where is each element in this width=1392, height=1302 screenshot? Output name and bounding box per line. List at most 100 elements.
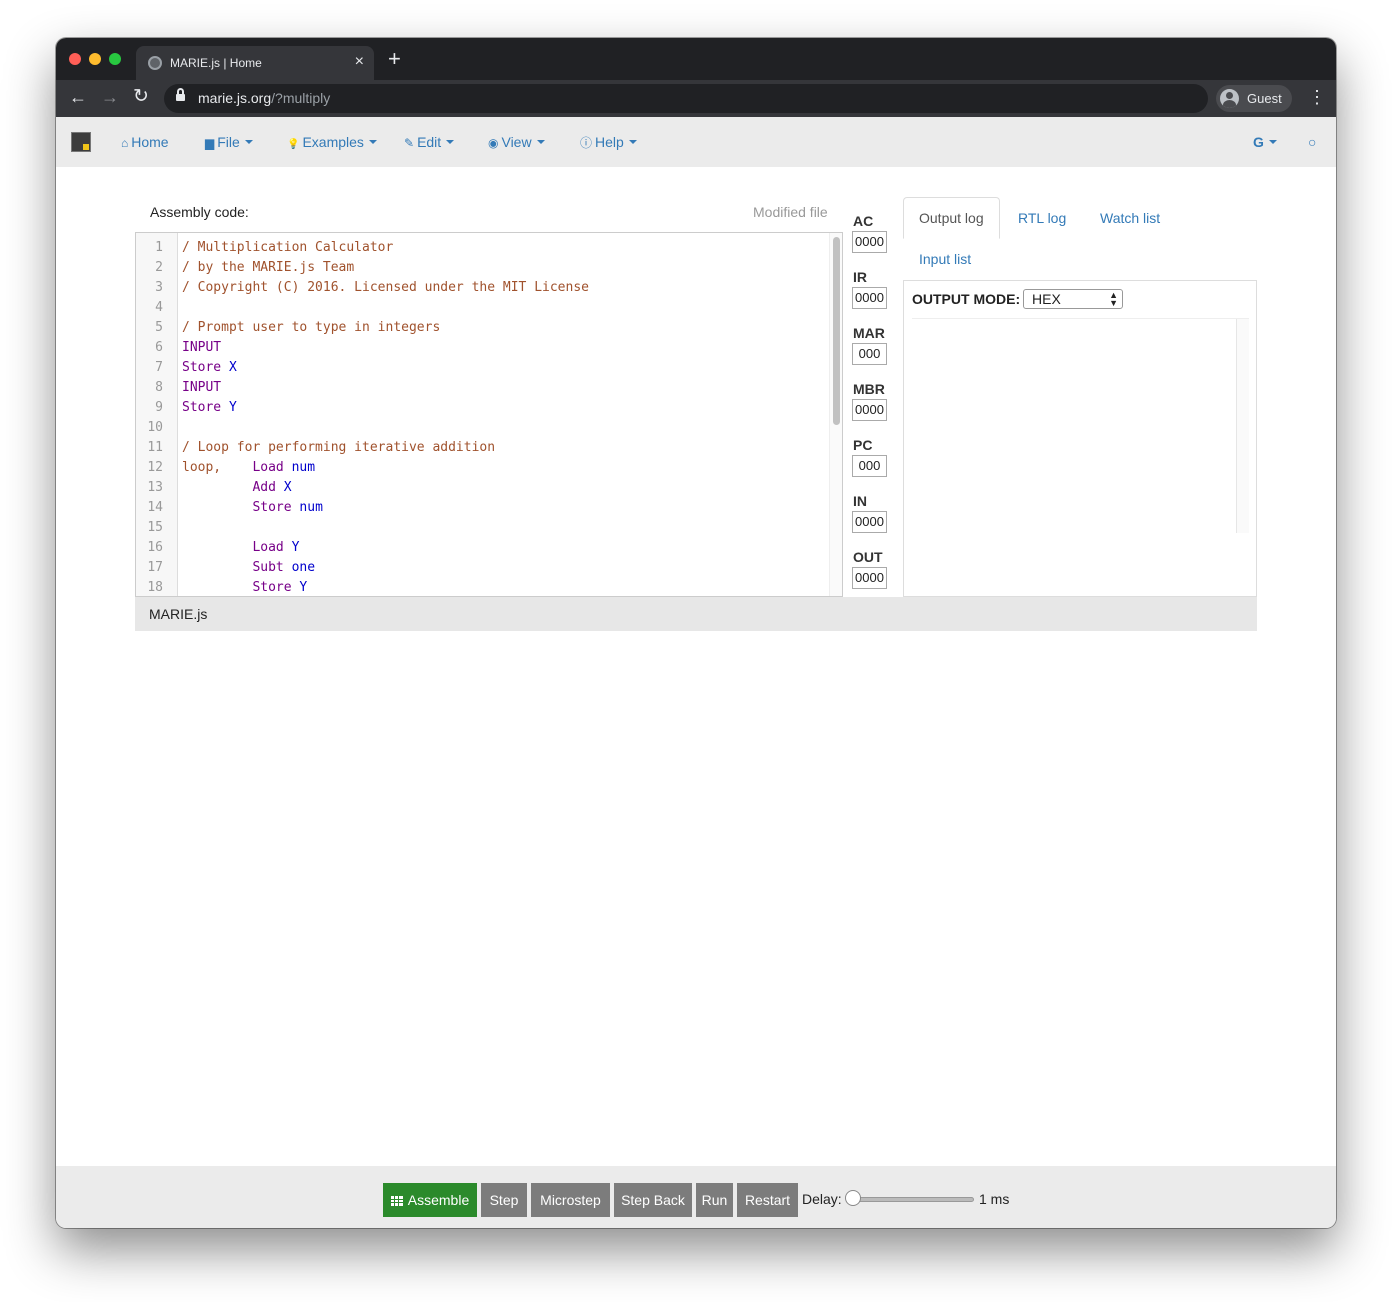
code-token: X: [283, 480, 292, 495]
line-number: 8: [155, 380, 163, 395]
register-value-in: 0000: [852, 511, 887, 533]
line-number: 5: [155, 320, 163, 335]
delay-value: 1 ms: [979, 1191, 1010, 1207]
code-line[interactable]: 15: [136, 518, 842, 538]
code-token: Store: [182, 400, 229, 415]
nav-edit-menu[interactable]: ✎ Edit: [404, 134, 455, 150]
code-line[interactable]: 12 loop, Load num: [136, 458, 842, 478]
code-line[interactable]: 18 Store Y: [136, 578, 842, 596]
lock-icon: [176, 88, 185, 102]
nav-home[interactable]: ⌂ Home: [121, 134, 169, 150]
code-token: Load: [252, 460, 292, 475]
favicon-icon: [148, 56, 162, 70]
code-text: / by the MARIE.js Team: [182, 258, 354, 278]
nav-view-menu[interactable]: ◉ View: [488, 134, 545, 150]
select-arrows-icon: ▲ ▼: [1109, 290, 1118, 308]
code-editor[interactable]: 1 / Multiplication Calculator 2 / by the MA…: [135, 232, 843, 597]
app-navbar: ⌂ Home ▆ File 💡 Examples ✎ Edit ◉ View ⓘ Help …: [56, 117, 1336, 167]
caret-down-icon: [1268, 140, 1277, 144]
code-token: Y: [291, 540, 300, 555]
nav-help-menu[interactable]: ⓘ Help: [580, 134, 637, 151]
code-line[interactable]: 2 / by the MARIE.js Team: [136, 258, 842, 278]
output-mode-select[interactable]: HEX ▲ ▼: [1023, 289, 1123, 309]
code-text: INPUT: [182, 378, 221, 398]
new-tab-button[interactable]: +: [388, 48, 401, 70]
tab-rtl-log[interactable]: RTL log: [1018, 210, 1066, 226]
reload-icon[interactable]: ↻: [133, 87, 149, 106]
line-number: 13: [147, 480, 163, 495]
google-translate-menu[interactable]: G: [1253, 134, 1277, 150]
modified-file-status: Modified file: [753, 204, 828, 220]
tab-close-icon[interactable]: ×: [355, 53, 364, 71]
line-number: 14: [147, 500, 163, 515]
code-token: Load: [252, 540, 292, 555]
address-bar[interactable]: marie.js.org/?multiply: [164, 84, 1208, 113]
delay-slider[interactable]: [852, 1197, 974, 1202]
forward-arrow-icon[interactable]: →: [101, 88, 119, 106]
tab-output-log[interactable]: Output log: [903, 197, 1000, 239]
browser-menu-icon[interactable]: ⋮: [1308, 88, 1326, 106]
code-line[interactable]: 6 INPUT: [136, 338, 842, 358]
status-text: MARIE.js: [149, 606, 208, 622]
code-line[interactable]: 17 Subt one: [136, 558, 842, 578]
restart-button[interactable]: Restart: [737, 1183, 798, 1217]
back-arrow-icon[interactable]: ←: [69, 88, 87, 106]
close-window-button[interactable]: [69, 53, 81, 65]
assembly-code-label: Assembly code:: [150, 204, 249, 220]
code-line[interactable]: 14 Store num: [136, 498, 842, 518]
output-log-panel: OUTPUT MODE: HEX ▲ ▼: [903, 280, 1257, 597]
code-line[interactable]: 11 / Loop for performing iterative additi…: [136, 438, 842, 458]
code-line[interactable]: 4: [136, 298, 842, 318]
profile-button[interactable]: Guest: [1216, 85, 1292, 112]
code-lines: 1 / Multiplication Calculator 2 / by the MA…: [136, 238, 842, 596]
nav-examples-menu[interactable]: 💡 Examples: [287, 134, 377, 150]
step-button[interactable]: Step: [481, 1183, 527, 1217]
code-line[interactable]: 5 / Prompt user to type in integers: [136, 318, 842, 338]
output-log-scrollbar[interactable]: [1236, 319, 1249, 533]
question-icon: ⓘ: [580, 136, 593, 150]
code-line[interactable]: 7 Store X: [136, 358, 842, 378]
code-token: X: [228, 360, 237, 375]
code-line[interactable]: 8 INPUT: [136, 378, 842, 398]
code-line[interactable]: 3 / Copyright (C) 2016. Licensed under th…: [136, 278, 842, 298]
register-value-ir: 0000: [852, 287, 887, 309]
code-token: / Copyright (C) 2016. Licensed under the…: [182, 280, 589, 295]
tab-watch-list[interactable]: Watch list: [1100, 210, 1160, 226]
run-button[interactable]: Run: [696, 1183, 733, 1217]
code-token: / Loop for performing iterative addition: [182, 440, 496, 455]
marie-logo-icon[interactable]: [71, 132, 91, 152]
line-number: 4: [155, 300, 163, 315]
editor-scrollbar[interactable]: [833, 237, 840, 425]
line-number: 11: [147, 440, 163, 455]
browser-tab[interactable]: MARIE.js | Home ×: [136, 46, 374, 80]
delay-slider-thumb[interactable]: [845, 1190, 861, 1206]
minimize-window-button[interactable]: [89, 53, 101, 65]
line-number: 7: [155, 360, 163, 375]
nav-file-menu[interactable]: ▆ File: [205, 134, 253, 150]
code-line[interactable]: 1 / Multiplication Calculator: [136, 238, 842, 258]
url-text: marie.js.org/?multiply: [198, 90, 331, 106]
step-back-button[interactable]: Step Back: [614, 1183, 692, 1217]
code-text: / Loop for performing iterative addition: [182, 438, 495, 458]
code-token: Store: [252, 580, 300, 595]
microstep-button[interactable]: Microstep: [531, 1183, 610, 1217]
code-line[interactable]: 13 Add X: [136, 478, 842, 498]
code-text: Store Y: [182, 398, 237, 418]
code-text: / Prompt user to type in integers: [182, 318, 440, 338]
register-label-out: OUT: [853, 549, 883, 565]
code-token: Y: [299, 580, 308, 595]
line-number: 15: [147, 520, 163, 535]
browser-window: MARIE.js | Home × + ← → ↻ marie.js.org/?…: [56, 38, 1336, 1228]
status-bar: MARIE.js: [135, 597, 1257, 631]
code-line[interactable]: 10: [136, 418, 842, 438]
code-line[interactable]: 9 Store Y: [136, 398, 842, 418]
tab-output-log-label: Output log: [919, 210, 984, 226]
register-label-mar: MAR: [853, 325, 885, 341]
code-line[interactable]: 16 Load Y: [136, 538, 842, 558]
code-token: one: [291, 560, 316, 575]
maximize-window-button[interactable]: [109, 53, 121, 65]
assemble-button[interactable]: Assemble: [383, 1183, 477, 1217]
tab-input-list[interactable]: Input list: [919, 251, 971, 267]
github-icon[interactable]: ○: [1308, 134, 1316, 150]
